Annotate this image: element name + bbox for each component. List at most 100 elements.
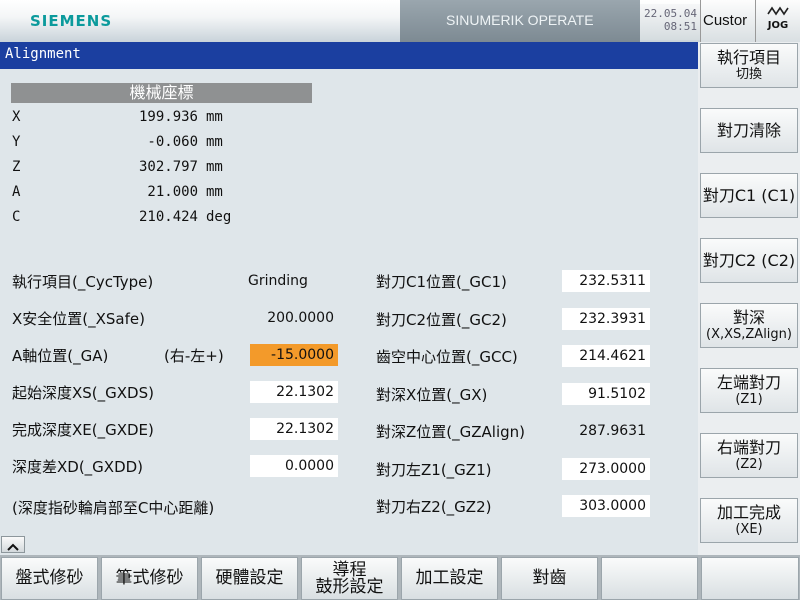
softkey-label: 對深 — [732, 307, 765, 327]
machine-coordinates-header: 機械座標 — [11, 83, 312, 103]
param-label: 執行項目(_CycType) — [12, 273, 154, 291]
param-value-field[interactable]: 22.1302 — [250, 418, 338, 440]
softkey-label-group: 對齒 — [533, 570, 567, 587]
coordinate-value: 21.000 — [147, 184, 198, 200]
header-bar: SIEMENS SINUMERIK OPERATE 22.05.04 08:51 — [0, 0, 700, 42]
param-value-field[interactable]: 232.3931 — [562, 307, 650, 330]
depth-note: (深度指砂輪肩部至C中心距離) — [12, 499, 215, 517]
param-hint: (右-左+) — [164, 347, 224, 365]
param-value-field[interactable]: 91.5102 — [562, 382, 650, 405]
param-value-field[interactable]: Grinding — [248, 270, 318, 292]
recall-bar — [0, 533, 698, 555]
param-value-field[interactable]: 200.0000 — [250, 307, 338, 329]
softkey-sublabel: (XE) — [735, 521, 763, 537]
horizontal-softkey-8[interactable] — [701, 557, 799, 600]
softkey-label: 對刀C2 (C2) — [702, 251, 796, 270]
softkey-label-group: 硬體設定 — [216, 570, 284, 587]
horizontal-softkey-5[interactable]: 加工設定 — [401, 557, 498, 600]
coordinate-value: 210.424 — [138, 209, 198, 225]
coordinate-value: 199.936 — [138, 109, 198, 125]
softkey-label-group: 盤式修砂 — [16, 570, 84, 587]
coordinate-unit: mm — [206, 134, 223, 150]
param-label: 深度差XD(_GXDD) — [12, 458, 144, 476]
softkey-label: 加工設定 — [415, 568, 484, 588]
coordinate-axis: Z — [12, 159, 21, 175]
coordinate-value: 302.797 — [138, 159, 198, 175]
softkey-sublabel: (X,XS,ZAlign) — [706, 326, 792, 342]
param-value-field[interactable]: 22.1302 — [250, 381, 338, 403]
area-tab-custom[interactable]: Custor — [700, 0, 755, 42]
window-title-bar: Alignment — [0, 42, 698, 69]
softkey-label: 對刀C1 (C1) — [702, 186, 796, 205]
param-label: 對深Z位置(_GZAlign) — [376, 423, 526, 441]
param-label: X安全位置(_XSafe) — [12, 310, 145, 328]
vertical-softkey-8[interactable]: 加工完成 (XE) — [700, 498, 798, 543]
param-value-field[interactable]: 0.0000 — [250, 455, 338, 477]
coordinate-row: A 21.000 mm — [12, 184, 272, 206]
param-label: 起始深度XS(_GXDS) — [12, 384, 154, 402]
param-label: 對刀C1位置(_GC1) — [376, 273, 507, 291]
vertical-softkey-2[interactable]: 對刀清除 — [700, 108, 798, 153]
softkey-sublabel: 切換 — [735, 66, 762, 82]
param-label: 對深X位置(_GX) — [376, 385, 488, 404]
softkey-sublabel: (Z1) — [735, 391, 763, 407]
horizontal-softkey-7[interactable] — [601, 557, 698, 600]
time-text: 08:51 — [663, 20, 697, 33]
param-label: 對刀左Z1(_GZ1) — [376, 460, 492, 479]
softkey-label: 硬體設定 — [215, 568, 284, 588]
mode-tab-jog[interactable]: JOG — [755, 0, 800, 42]
window-title: Alignment — [5, 46, 81, 62]
horizontal-softkey-2[interactable]: 筆式修砂 — [101, 557, 198, 600]
param-label: 對刀右Z2(_GZ2) — [376, 498, 492, 516]
jog-mode-label: JOG — [767, 20, 789, 31]
param-value-field[interactable]: 214.4621 — [562, 345, 650, 367]
coordinate-axis: Y — [12, 134, 21, 150]
softkey-label: 執行項目 — [716, 47, 781, 67]
vertical-softkey-bar: 執行項目 切換 對刀清除 對刀C1 (C1) 對刀C2 (C2) 對深 (X,XS,ZAli… — [698, 42, 800, 555]
vertical-softkey-6[interactable]: 左端對刀 (Z1) — [700, 368, 798, 413]
product-name: SINUMERIK OPERATE — [446, 12, 594, 28]
coordinate-row: X 199.936 mm — [12, 109, 272, 131]
horizontal-softkey-4[interactable]: 導程 鼓形設定 — [301, 557, 398, 600]
vertical-softkey-7[interactable]: 右端對刀 (Z2) — [700, 433, 798, 478]
date-time: 22.05.04 08:51 — [640, 4, 700, 40]
coordinate-axis: X — [12, 109, 21, 125]
vertical-softkey-5[interactable]: 對深 (X,XS,ZAlign) — [700, 303, 798, 348]
chevron-up-icon — [7, 543, 19, 551]
horizontal-softkey-1[interactable]: 盤式修砂 — [1, 557, 98, 600]
softkey-label: 加工完成 — [716, 502, 781, 522]
horizontal-softkey-3[interactable]: 硬體設定 — [201, 557, 298, 600]
jog-mode-icon — [767, 6, 789, 16]
coordinate-unit: mm — [206, 109, 223, 125]
softkey-label: 盤式修砂 — [15, 568, 84, 588]
softkey-label-group: 筆式修砂 — [116, 570, 184, 587]
coordinate-value: -0.060 — [147, 134, 198, 150]
softkey-sublabel: 鼓形設定 — [315, 576, 384, 597]
main-panel: 機械座標 X 199.936 mm Y -0.060 mm Z 302.797 mm A 21.00… — [0, 69, 698, 533]
siemens-logo: SIEMENS — [30, 12, 113, 30]
param-label: 完成深度XE(_GXDE) — [12, 421, 154, 439]
vertical-softkey-1[interactable]: 執行項目 切換 — [700, 43, 798, 88]
param-value-field[interactable]: 232.5311 — [562, 270, 650, 292]
param-value-field[interactable]: 287.9631 — [562, 420, 650, 442]
coordinate-unit: mm — [206, 159, 223, 175]
softkey-label: 筆式修砂 — [115, 568, 184, 588]
coordinate-row: Y -0.060 mm — [12, 134, 272, 156]
param-value-field[interactable]: -15.0000 — [250, 344, 338, 366]
horizontal-softkey-6[interactable]: 對齒 — [501, 557, 598, 600]
coordinate-row: Z 302.797 mm — [12, 159, 272, 181]
param-label: A軸位置(_GA) — [12, 347, 109, 365]
recall-button[interactable] — [1, 536, 25, 553]
vertical-softkey-4[interactable]: 對刀C2 (C2) — [700, 238, 798, 283]
vertical-softkey-3[interactable]: 對刀C1 (C1) — [700, 173, 798, 218]
coordinate-axis: A — [12, 184, 21, 200]
softkey-label: 對齒 — [532, 568, 567, 588]
date-text: 22.05.04 — [644, 7, 697, 20]
horizontal-softkey-bar: 盤式修砂 筆式修砂 硬體設定 導程 鼓形設定 加工設定 對齒 — [0, 555, 800, 600]
softkey-label-group: 加工設定 — [416, 570, 484, 587]
hmi-screen: SIEMENS SINUMERIK OPERATE 22.05.04 08:51… — [0, 0, 800, 600]
coordinate-unit: deg — [206, 209, 232, 225]
coordinate-axis: C — [12, 209, 21, 225]
param-value-field[interactable]: 273.0000 — [562, 457, 650, 480]
param-value-field[interactable]: 303.0000 — [562, 495, 650, 517]
